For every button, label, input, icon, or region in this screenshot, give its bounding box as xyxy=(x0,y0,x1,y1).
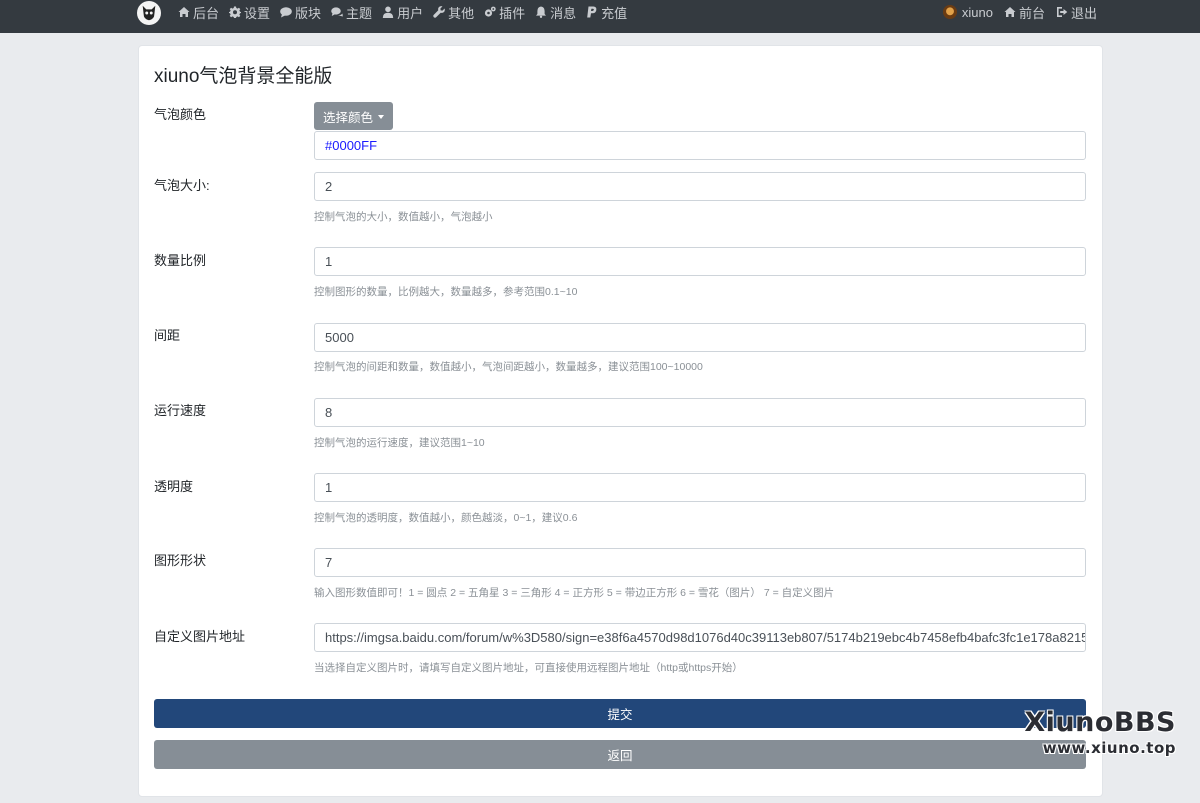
nav-username: xiuno xyxy=(961,4,993,20)
shape-help: 输入图形数值即可！1 = 圆点 2 = 五角星 3 = 三角形 4 = 正方形 … xyxy=(314,587,835,599)
opacity-input[interactable]: 1 xyxy=(314,473,1086,502)
nav-recharge[interactable]: 充值 xyxy=(586,3,627,22)
bubble-size-help: 控制气泡的大小，数值越小，气泡越小 xyxy=(314,211,493,223)
caret-down-icon xyxy=(378,114,384,119)
quantity-ratio-label: 数量比例 xyxy=(154,253,207,268)
nav-plugins[interactable]: 插件 xyxy=(484,3,525,22)
watermark-url: www.xiuno.top xyxy=(1042,739,1176,757)
page-title: xiuno气泡背景全能版 xyxy=(154,66,333,87)
image-url-help: 当选择自定义图片时，请填写自定义图片地址，可直接使用远程图片地址（http或ht… xyxy=(314,662,743,674)
quantity-ratio-help: 控制图形的数量，比例越大，数量越多，参考范围0.1~10 xyxy=(314,286,578,298)
nav-messages-label: 消息 xyxy=(550,5,577,21)
nav-settings-label: 设置 xyxy=(244,5,271,21)
choose-color-label: 选择颜色 xyxy=(322,110,373,125)
back-button[interactable]: 返回 xyxy=(154,740,1086,769)
nav-forums[interactable]: 版块 xyxy=(280,3,321,22)
top-navbar: 后台 设置 版块 主题 用户 其他 插件 消息 充值 xiuno 前台 退出 xyxy=(0,0,1200,33)
settings-card: xiuno气泡背景全能版 气泡颜色 选择颜色 #0000FF 气泡大小: 2 控… xyxy=(138,45,1103,797)
nav-frontend-label: 前台 xyxy=(1018,5,1045,21)
nav-logout[interactable]: 退出 xyxy=(1056,3,1097,22)
nav-threads-label: 主题 xyxy=(346,5,373,21)
nav-threads[interactable]: 主题 xyxy=(331,3,372,22)
paypal-icon xyxy=(586,6,598,18)
opacity-help: 控制气泡的透明度，数值越小，颜色越淡，0~1，建议0.6 xyxy=(314,512,578,524)
opacity-label: 透明度 xyxy=(154,479,194,494)
shape-input[interactable]: 7 xyxy=(314,548,1086,577)
nav-left: 后台 设置 版块 主题 用户 其他 插件 消息 充值 xyxy=(178,0,637,24)
image-url-label: 自定义图片地址 xyxy=(154,629,246,644)
gear-icon xyxy=(229,6,242,18)
bubble-size-label: 气泡大小: xyxy=(154,178,210,193)
site-logo[interactable] xyxy=(137,1,161,25)
avatar xyxy=(942,5,957,19)
speed-help: 控制气泡的运行速度，建议范围1~10 xyxy=(314,437,485,449)
spacing-help: 控制气泡的间距和数量，数值越小，气泡间距越小，数量越多，建议范围100~1000… xyxy=(314,361,703,373)
comments-icon xyxy=(331,6,343,18)
submit-button[interactable]: 提交 xyxy=(154,699,1086,728)
sign-out-icon xyxy=(1056,6,1068,18)
comment-icon xyxy=(280,6,292,18)
speed-input[interactable]: 8 xyxy=(314,398,1086,427)
owl-logo-icon xyxy=(142,5,156,21)
home-icon xyxy=(178,6,190,18)
bubble-color-label: 气泡颜色 xyxy=(154,107,207,122)
spacing-input[interactable]: 5000 xyxy=(314,323,1086,352)
quantity-ratio-input[interactable]: 1 xyxy=(314,247,1086,276)
nav-plugins-label: 插件 xyxy=(499,5,526,21)
spacing-label: 间距 xyxy=(154,328,181,343)
nav-admin[interactable]: 后台 xyxy=(178,3,219,22)
speed-label: 运行速度 xyxy=(154,403,207,418)
watermark-title: XiunoBBS xyxy=(1024,707,1176,738)
nav-other-label: 其他 xyxy=(448,5,475,21)
nav-logout-label: 退出 xyxy=(1070,5,1097,21)
nav-admin-label: 后台 xyxy=(193,5,220,21)
wrench-icon xyxy=(433,6,445,18)
bell-icon xyxy=(535,6,547,18)
nav-forums-label: 版块 xyxy=(295,5,322,21)
cogs-icon xyxy=(484,6,496,18)
nav-users[interactable]: 用户 xyxy=(382,3,423,22)
nav-frontend[interactable]: 前台 xyxy=(1004,3,1045,22)
choose-color-button[interactable]: 选择颜色 xyxy=(314,102,393,130)
user-icon xyxy=(382,6,394,18)
nav-recharge-label: 充值 xyxy=(601,5,628,21)
nav-right: xiuno 前台 退出 xyxy=(932,0,1097,24)
image-url-input[interactable]: https://imgsa.baidu.com/forum/w%3D580/si… xyxy=(314,623,1086,652)
nav-other[interactable]: 其他 xyxy=(433,3,474,22)
nav-users-label: 用户 xyxy=(397,5,424,21)
nav-user-menu[interactable]: xiuno xyxy=(942,4,993,20)
shape-label: 图形形状 xyxy=(154,553,207,568)
bubble-size-input[interactable]: 2 xyxy=(314,172,1086,201)
bubble-color-input[interactable]: #0000FF xyxy=(314,131,1086,160)
watermark: XiunoBBS www.xiuno.top xyxy=(1024,709,1176,756)
home-icon xyxy=(1004,6,1016,18)
nav-messages[interactable]: 消息 xyxy=(535,3,576,22)
nav-settings[interactable]: 设置 xyxy=(229,3,270,22)
